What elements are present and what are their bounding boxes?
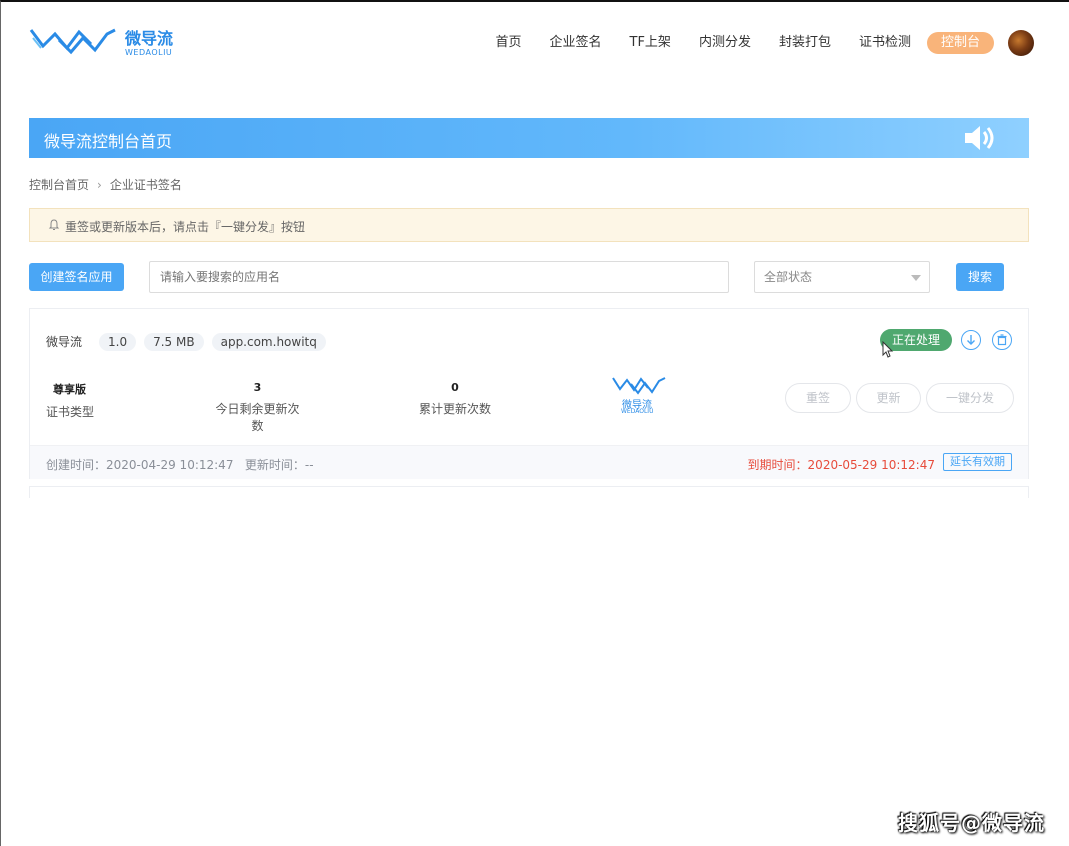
delete-icon[interactable] <box>992 330 1012 350</box>
chevron-down-icon <box>911 275 921 281</box>
toolbar: 创建签名应用 全部状态 搜索 <box>29 261 1029 293</box>
remaining-updates-value: 3 <box>253 381 262 394</box>
cert-type-label: 证书类型 <box>46 405 95 419</box>
total-updates-label: 累计更新次数 <box>418 402 491 416</box>
nav-enterprise-sign[interactable]: 企业签名 <box>550 32 602 54</box>
logo-subtext: WEDAOLIU <box>125 48 173 57</box>
remaining-updates-stat: 3 今日剩余更新次数 <box>210 381 305 434</box>
notice-bar: 重签或更新版本后，请点击『一键分发』按钮 <box>29 208 1029 242</box>
notice-text: 重签或更新版本后，请点击『一键分发』按钮 <box>65 220 306 234</box>
app-logo-mark-icon <box>612 377 666 395</box>
nav-package[interactable]: 封装打包 <box>779 32 831 54</box>
banner-title: 微导流控制台首页 <box>44 132 173 151</box>
logo-text: 微导流 <box>125 29 174 48</box>
search-input[interactable] <box>149 261 729 293</box>
update-button[interactable]: 更新 <box>856 383 921 413</box>
cert-type-value: 尊享版 <box>53 383 86 396</box>
nav-tf-listing[interactable]: TF上架 <box>630 32 671 54</box>
download-icon[interactable] <box>961 330 981 350</box>
mouse-cursor-icon <box>882 341 894 358</box>
create-sign-app-button[interactable]: 创建签名应用 <box>29 263 124 291</box>
remaining-updates-label: 今日剩余更新次数 <box>215 402 300 433</box>
app-icon: 微导流 WEDAOLIU <box>610 375 668 417</box>
app-card-footer: 创建时间：2020-04-29 10:12:47 更新时间：-- 到期时间：20… <box>30 445 1028 479</box>
main-nav: 首页 企业签名 TF上架 内测分发 封装打包 证书检测 控制台 <box>467 30 1034 56</box>
console-banner: 微导流控制台首页 <box>29 118 1029 158</box>
nav-beta-distribution[interactable]: 内测分发 <box>699 32 751 54</box>
app-card: 微导流 1.0 7.5 MB app.com.howitq 正在处理 尊享版 证… <box>29 308 1029 479</box>
timestamps: 创建时间：2020-04-29 10:12:47 更新时间：-- <box>46 456 314 473</box>
status-select[interactable]: 全部状态 <box>754 261 930 293</box>
updated-time: 更新时间：-- <box>244 458 314 472</box>
breadcrumb-current: 企业证书签名 <box>109 178 182 192</box>
expire-time: 到期时间：2020-05-29 10:12:47 <box>747 458 935 472</box>
status-select-value: 全部状态 <box>764 270 813 284</box>
watermark: 搜狐号@微导流 <box>898 811 1045 835</box>
app-version-badge: 1.0 <box>99 332 137 351</box>
breadcrumb: 控制台首页 › 企业证书签名 <box>29 176 182 193</box>
bundle-id-badge: app.com.howitq <box>211 332 326 351</box>
nav-home[interactable]: 首页 <box>495 32 521 54</box>
user-avatar[interactable] <box>1008 30 1034 56</box>
app-size-badge: 7.5 MB <box>144 332 204 351</box>
breadcrumb-home[interactable]: 控制台首页 <box>29 176 89 193</box>
chevron-right-icon: › <box>97 177 102 192</box>
next-app-card <box>29 486 1029 498</box>
nav-cert-check[interactable]: 证书检测 <box>859 32 911 54</box>
total-updates-stat: 0 累计更新次数 <box>415 381 495 417</box>
resign-button[interactable]: 重签 <box>785 383 851 413</box>
app-name: 微导流 <box>46 335 83 349</box>
bell-icon <box>48 219 60 230</box>
created-time: 创建时间：2020-04-29 10:12:47 <box>46 458 234 472</box>
search-button[interactable]: 搜索 <box>956 263 1004 291</box>
nav-console-button[interactable]: 控制台 <box>926 32 994 54</box>
top-header: 微导流 WEDAOLIU 首页 企业签名 TF上架 内测分发 封装打包 证书检测… <box>1 2 1069 80</box>
total-updates-value: 0 <box>451 381 459 394</box>
app-card-header: 微导流 1.0 7.5 MB app.com.howitq <box>46 331 326 352</box>
brand-logo[interactable]: 微导流 WEDAOLIU <box>29 24 179 60</box>
speaker-icon[interactable] <box>963 124 999 152</box>
cert-type-stat: 尊享版 证书类型 <box>46 381 94 420</box>
extend-validity-button[interactable]: 延长有效期 <box>943 453 1012 471</box>
logo-mark-icon <box>29 28 116 55</box>
app-logo-subtext: WEDAOLIU <box>621 408 654 415</box>
one-click-distribute-button[interactable]: 一键分发 <box>926 383 1014 413</box>
